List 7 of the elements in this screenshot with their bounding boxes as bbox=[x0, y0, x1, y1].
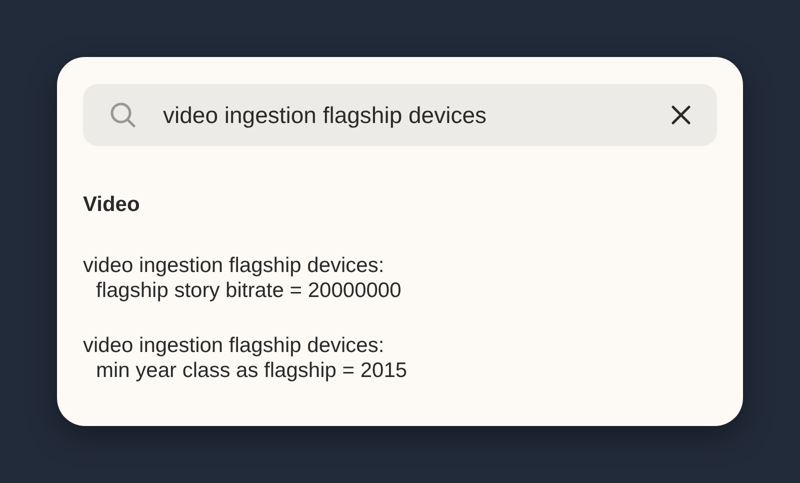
section-heading: Video bbox=[83, 193, 140, 217]
close-icon[interactable] bbox=[671, 105, 691, 125]
result-title[interactable]: video ingestion flagship devices: bbox=[83, 253, 384, 278]
result-title[interactable]: video ingestion flagship devices: bbox=[83, 333, 384, 358]
search-field[interactable]: video ingestion flagship devices bbox=[83, 84, 717, 146]
result-setting[interactable]: flagship story bitrate = 20000000 bbox=[96, 278, 402, 303]
result-setting[interactable]: min year class as flagship = 2015 bbox=[96, 358, 408, 383]
